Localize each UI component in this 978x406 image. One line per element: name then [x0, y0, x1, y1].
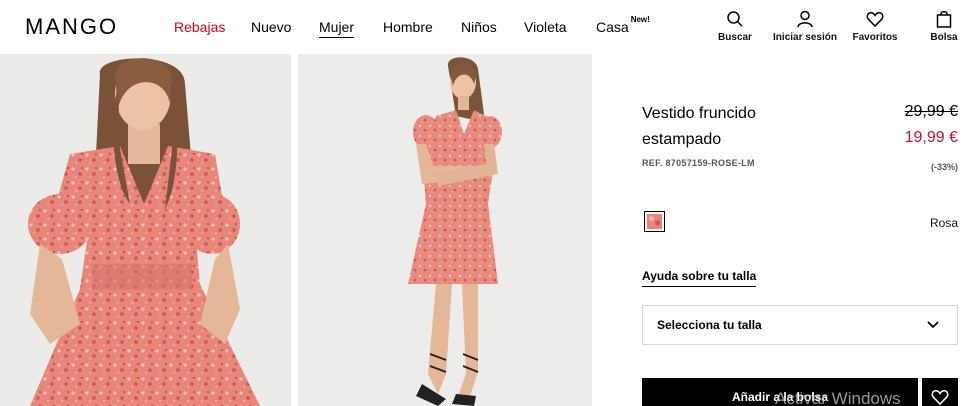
search-icon — [727, 11, 743, 27]
price-sale: 19,99 € — [904, 129, 958, 146]
color-swatch-rosa[interactable] — [644, 211, 665, 232]
new-badge: New! — [630, 15, 650, 25]
heart-icon — [931, 390, 949, 406]
swatch-pattern — [647, 214, 662, 229]
nav-violeta[interactable]: Violeta — [524, 19, 567, 35]
favorites-button[interactable]: Favoritos — [852, 10, 898, 43]
login-button[interactable]: Iniciar sesión — [772, 10, 838, 43]
nav-mujer[interactable]: Mujer — [319, 19, 355, 38]
bag-button[interactable]: Bolsa — [930, 10, 958, 43]
discount-badge: (-33%) — [930, 162, 958, 172]
size-selector[interactable]: Selecciona tu talla — [642, 305, 958, 345]
add-to-favorites-button[interactable] — [922, 378, 958, 406]
size-guide-link[interactable]: Ayuda sobre tu talla — [642, 269, 757, 287]
nav-nuevo[interactable]: Nuevo — [251, 19, 291, 35]
windows-activation-watermark: Activar Windows — [775, 389, 901, 406]
chevron-down-icon — [927, 321, 939, 329]
nav-rebajas[interactable]: Rebajas — [174, 19, 225, 35]
product-image-front[interactable] — [0, 54, 291, 406]
favorites-label: Favoritos — [852, 32, 898, 43]
product-image-full[interactable] — [298, 54, 592, 406]
nav-ninos[interactable]: Niños — [461, 19, 497, 35]
model-fullbody-illustration — [298, 54, 592, 406]
heart-icon — [866, 12, 884, 28]
search-button[interactable]: Buscar — [718, 10, 752, 43]
login-label: Iniciar sesión — [773, 32, 837, 43]
nav-casa-label: Casa — [596, 19, 629, 35]
size-selector-label: Selecciona tu talla — [657, 318, 762, 332]
user-icon — [797, 10, 813, 28]
site-header: MANGO Rebajas Nuevo Mujer Hombre Niños V… — [0, 0, 978, 54]
product-reference: REF. 87057159-ROSE-LM — [642, 158, 755, 168]
product-name: Vestido fruncido estampado — [642, 105, 756, 148]
nav-casa[interactable]: Casa New! — [596, 15, 650, 35]
selected-color-label: Rosa — [929, 216, 958, 230]
bag-icon — [936, 10, 952, 28]
mango-logo[interactable]: MANGO — [25, 14, 118, 40]
bag-label: Bolsa — [930, 32, 958, 43]
model-closeup-illustration — [0, 54, 291, 406]
price-original: 29,99 € — [904, 103, 958, 120]
search-label: Buscar — [718, 32, 752, 43]
nav-hombre[interactable]: Hombre — [383, 19, 433, 35]
